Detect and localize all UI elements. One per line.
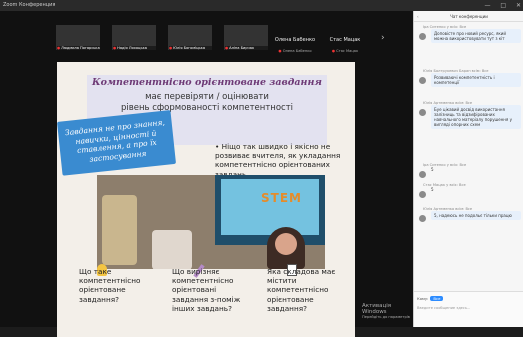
avatar [419,171,426,178]
maximize-button[interactable]: □ [500,2,506,9]
participant-tile[interactable]: ●Юлія Богоміцька [168,25,212,50]
slide-bullet: • Ніщо так швидко і якісно не розвиває в… [215,142,341,179]
chevron-left-icon[interactable]: ‹ [417,11,419,22]
chat-message: Іра Ситенко у всіх: Все Доповісте про но… [417,25,521,43]
slide-question: Що вирізняє компетентнісно орієнтовані з… [172,267,241,313]
mic-muted-icon: ● [278,49,282,53]
lamp-shape [102,195,137,265]
chat-recipient: Кому: Все [417,296,444,301]
participant-tile[interactable]: ●Людмила Погарська [56,25,100,50]
chat-input[interactable]: Введите сообщение здесь... [417,306,470,310]
mic-muted-icon: ● [113,46,117,50]
mic-muted-icon: ● [225,46,229,50]
shared-slide: Компетентнісно орієнтоване завдання має … [57,62,355,337]
participant-namecard[interactable]: Олена Бабенко ● Олена Бабенко [272,31,318,56]
mic-muted-icon: ● [169,46,173,50]
mic-muted-icon: ● [331,49,335,53]
avatar [419,109,426,116]
slide-photo: STEM [97,175,325,269]
chat-panel: ‹ Чат конференции Іра Ситенко у всіх: Вс… [413,11,523,327]
windows-activation-watermark: Активація Windows Перейдіть до параметрі… [362,303,410,319]
chat-header: ‹ Чат конференции [414,11,523,22]
window-controls: — □ ✕ [476,0,521,11]
slide-question: Що таке компетентнісно орієнтоване завда… [79,267,141,304]
chat-message: Юлія Артеменко всім: Все Буе цікавий дос… [417,101,521,129]
participant-tile[interactable]: ●Надія Ляхоцька [112,25,156,50]
stem-sign: STEM [261,191,302,205]
avatar [419,191,426,198]
participant-tile[interactable]: ●Аліна Бирчак [224,25,268,50]
slide-title: Компетентнісно орієнтоване завдання [92,77,322,88]
slide-question: Яка складова має містити компетентнісно … [267,267,336,313]
avatar [419,215,426,222]
minimize-button[interactable]: — [484,2,490,9]
participant-name: Аліна Бирчак [229,46,255,50]
chat-message: Юлія Артеменко всім: Все 5, надеюсь не п… [417,207,521,222]
participant-name: Надія Ляхоцька [117,46,147,50]
participant-strip: ●Людмила Погарська ●Надія Ляхоцька ●Юлія… [0,11,413,59]
chat-input-area: Кому: Все Введите сообщение здесь... [414,291,523,327]
chat-message: Стас Мацак у всіх: Все 5 [417,183,521,198]
window-title: Zoom Конференция [3,2,56,8]
chat-message: Юлія Болтрукевич Баран всім: Все Розвива… [417,69,521,87]
participant-namecard[interactable]: Стас Мацак ● Стас Мацак [322,31,368,56]
slide-subtitle: має перевіряти / оцінювати рівень сформо… [120,92,294,113]
slide-callout: Завдання не про знання, навички, цінност… [57,110,177,176]
close-button[interactable]: ✕ [516,2,521,9]
video-stage: ●Людмила Погарська ●Надія Ляхоцька ●Юлія… [0,11,413,337]
window-titlebar: Zoom Конференция — □ ✕ [0,0,523,11]
avatar [419,33,426,40]
participant-name: Юлія Богоміцька [173,46,206,50]
recipient-dropdown[interactable]: Все [430,296,444,301]
participant-name: Людмила Погарська [61,46,100,50]
avatar [419,77,426,84]
chat-message: Іра Ситенко у всіх: Все 5 [417,163,521,178]
mic-muted-icon: ● [57,46,61,50]
chat-title: Чат конференции [450,14,488,19]
chevron-right-icon[interactable]: › [381,33,385,43]
cup-shape [152,230,192,269]
